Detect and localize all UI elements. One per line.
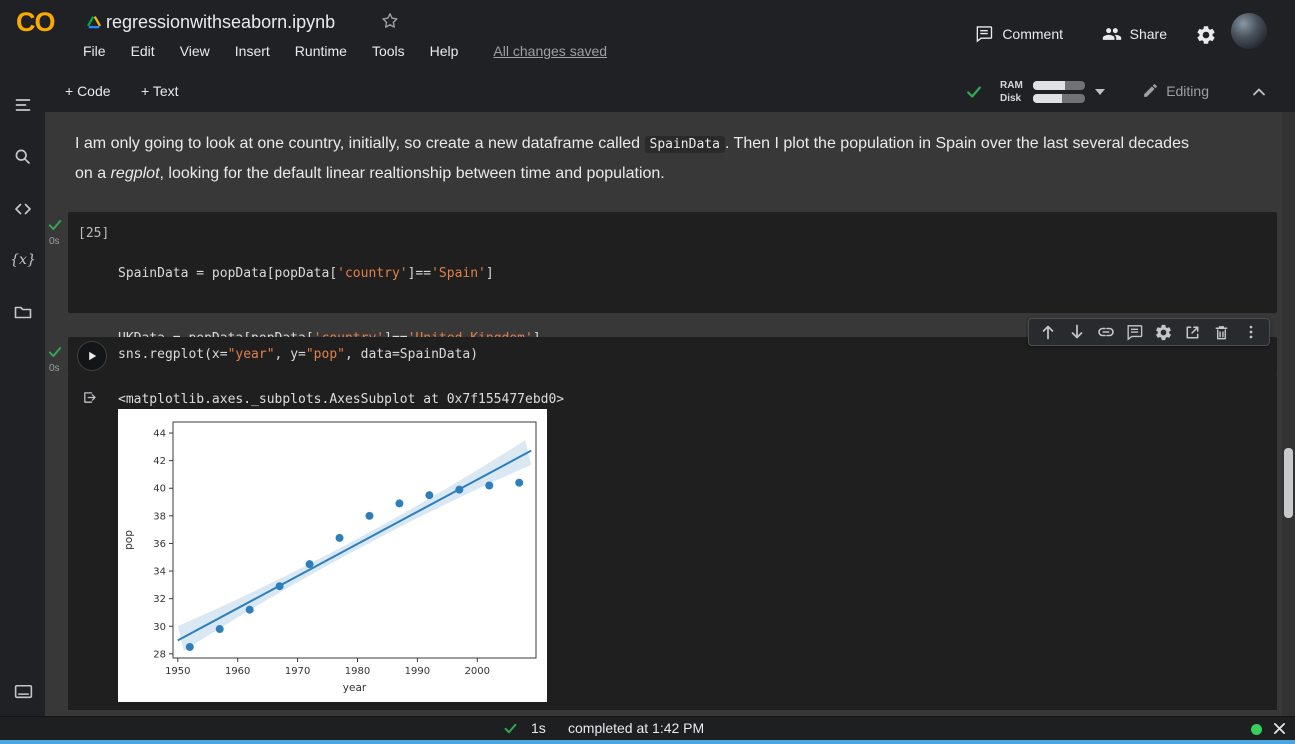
svg-text:year: year <box>343 682 367 694</box>
cell-toolbar <box>1028 318 1270 346</box>
terminal-icon[interactable] <box>10 678 36 704</box>
notebook-filename[interactable]: regressionwithseaborn.ipynb <box>106 12 335 33</box>
status-check-icon <box>503 721 518 736</box>
menu-edit[interactable]: Edit <box>131 43 155 59</box>
code-snippets-icon[interactable] <box>10 196 36 222</box>
markdown-text: I am only going to look at one country, … <box>75 135 645 152</box>
notebook-toolbar: + Code + Text RAM Disk Editing <box>45 72 1295 112</box>
svg-text:2000: 2000 <box>465 666 490 677</box>
app-header: CO regressionwithseaborn.ipynb File Edit… <box>0 0 1295 72</box>
svg-text:1990: 1990 <box>405 666 430 677</box>
files-folder-icon[interactable] <box>10 299 36 325</box>
disk-label: Disk <box>1000 93 1028 104</box>
settings-gear-icon[interactable] <box>1195 24 1217 46</box>
cell1-exec-time: 0s <box>49 236 60 247</box>
svg-text:pop: pop <box>123 530 135 550</box>
move-cell-up-icon[interactable] <box>1033 319 1062 345</box>
ram-meter <box>1033 81 1085 90</box>
share-button[interactable]: Share <box>1102 24 1167 44</box>
menu-bar: File Edit View Insert Runtime Tools Help… <box>83 43 607 59</box>
google-drive-icon <box>85 14 103 32</box>
table-of-contents-icon[interactable] <box>10 92 36 118</box>
svg-text:28: 28 <box>153 649 166 660</box>
output-repr-text: <matplotlib.axes._subplots.AxesSubplot a… <box>118 392 564 407</box>
matplotlib-figure: 1950 1960 1970 1980 1990 2000 28 30 32 34 36 38 40 42… <box>118 409 547 702</box>
menu-help[interactable]: Help <box>430 43 459 59</box>
svg-text:44: 44 <box>153 429 166 440</box>
svg-text:1960: 1960 <box>225 666 250 677</box>
menu-view[interactable]: View <box>180 43 210 59</box>
status-close-icon[interactable] <box>1273 722 1286 735</box>
comment-icon <box>974 24 994 44</box>
add-comment-icon[interactable] <box>1120 319 1149 345</box>
status-message: completed at 1:42 PM <box>568 720 704 736</box>
code-line: SpainData = popData[popData['country']==… <box>118 263 541 285</box>
collapse-header-chevron-icon[interactable] <box>1249 82 1269 102</box>
svg-text:1980: 1980 <box>345 666 370 677</box>
runtime-connected-check-icon <box>965 83 983 101</box>
code-editor-2[interactable]: sns.regplot(x="year", y="pop", data=Spai… <box>118 347 478 362</box>
svg-text:40: 40 <box>153 484 166 495</box>
more-options-icon[interactable] <box>1236 319 1265 345</box>
svg-text:1950: 1950 <box>165 666 190 677</box>
svg-text:42: 42 <box>153 456 166 467</box>
comment-button[interactable]: Comment <box>974 24 1063 44</box>
status-bar: 1s completed at 1:42 PM <box>0 716 1295 740</box>
regplot-chart: 1950 1960 1970 1980 1990 2000 28 30 32 34 36 38 40 42… <box>118 409 547 702</box>
scrollbar-track[interactable] <box>1282 112 1295 716</box>
resource-monitor[interactable]: RAM Disk <box>1000 79 1085 105</box>
resource-caret-down-icon[interactable] <box>1095 89 1105 95</box>
cell2-success-check-icon <box>47 344 63 360</box>
status-exec-duration: 1s <box>531 720 546 736</box>
comment-label: Comment <box>1002 26 1063 42</box>
star-icon[interactable] <box>380 11 400 31</box>
bottom-accent-strip <box>0 740 1295 744</box>
colab-logo[interactable]: CO <box>16 7 55 38</box>
left-sidebar: {x} <box>0 72 45 716</box>
svg-text:1970: 1970 <box>285 666 310 677</box>
cell-settings-gear-icon[interactable] <box>1149 319 1178 345</box>
scrollbar-thumb[interactable] <box>1284 448 1293 518</box>
status-green-dot <box>1251 724 1262 735</box>
add-text-button[interactable]: + Text <box>141 83 179 99</box>
execution-count: [25] <box>78 226 109 241</box>
markdown-italic: regplot <box>111 165 160 182</box>
output-marker-icon[interactable] <box>81 389 98 406</box>
pencil-icon <box>1142 82 1159 99</box>
user-avatar[interactable] <box>1231 13 1267 49</box>
disk-meter <box>1033 94 1085 103</box>
menu-runtime[interactable]: Runtime <box>295 43 347 59</box>
svg-text:34: 34 <box>153 567 166 578</box>
editing-mode-button[interactable]: Editing <box>1142 82 1209 99</box>
svg-text:36: 36 <box>153 539 166 550</box>
svg-text:30: 30 <box>153 622 166 633</box>
share-people-icon <box>1102 24 1122 44</box>
delete-cell-trash-icon[interactable] <box>1207 319 1236 345</box>
link-to-cell-icon[interactable] <box>1091 319 1120 345</box>
save-status[interactable]: All changes saved <box>493 43 607 59</box>
menu-file[interactable]: File <box>83 43 106 59</box>
cell1-success-check-icon <box>47 217 63 233</box>
output-area: <matplotlib.axes._subplots.AxesSubplot a… <box>68 375 1277 710</box>
search-icon[interactable] <box>10 144 36 170</box>
play-icon <box>85 349 99 363</box>
editing-label: Editing <box>1166 83 1209 99</box>
move-cell-down-icon[interactable] <box>1062 319 1091 345</box>
variables-icon[interactable]: {x} <box>10 247 36 273</box>
open-cell-in-tab-icon[interactable] <box>1178 319 1207 345</box>
ram-label: RAM <box>1000 80 1028 91</box>
run-cell-button[interactable] <box>77 341 107 371</box>
share-label: Share <box>1130 26 1167 42</box>
notebook-content: I am only going to look at one country, … <box>45 112 1295 716</box>
markdown-text: , looking for the default linear realtio… <box>160 165 665 182</box>
add-code-button[interactable]: + Code <box>65 83 111 99</box>
code-cell-1[interactable]: [25] SpainData = popData[popData['countr… <box>68 212 1277 313</box>
cell2-exec-time: 0s <box>49 363 60 374</box>
markdown-cell[interactable]: I am only going to look at one country, … <box>75 129 1197 188</box>
menu-tools[interactable]: Tools <box>372 43 405 59</box>
svg-text:38: 38 <box>153 511 166 522</box>
svg-text:32: 32 <box>153 594 166 605</box>
inline-code-chip: SpainData <box>645 136 725 153</box>
menu-insert[interactable]: Insert <box>235 43 270 59</box>
